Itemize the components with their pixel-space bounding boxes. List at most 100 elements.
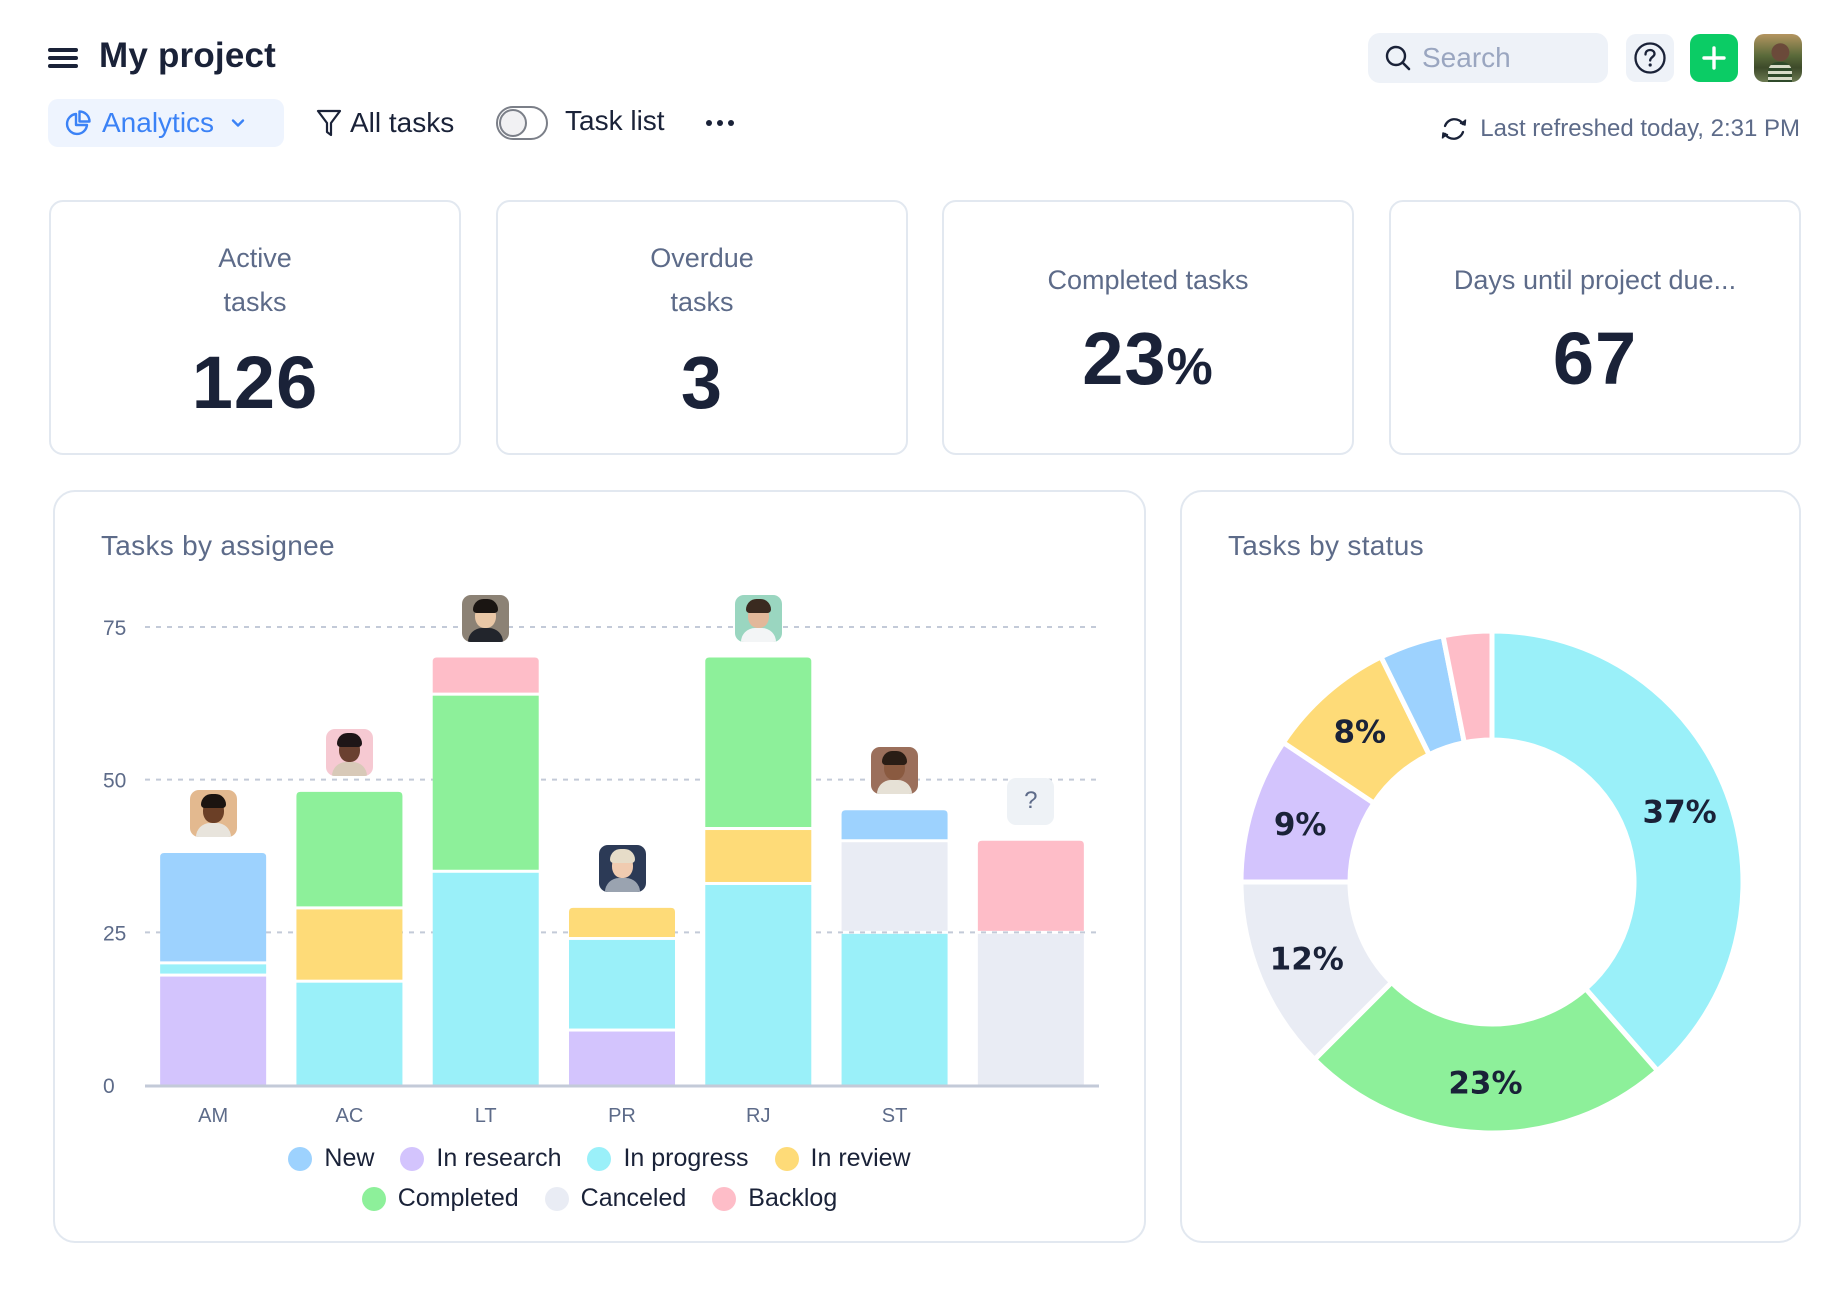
plus-icon xyxy=(1702,46,1726,70)
legend-swatch xyxy=(774,1146,799,1171)
bar-segment-progress[interactable] xyxy=(841,933,948,1085)
bar-segment-review[interactable] xyxy=(296,909,403,980)
kpi-label: Days until project due... xyxy=(1453,265,1737,295)
kpi-label: Active tasks xyxy=(51,236,459,324)
bar-segment-progress[interactable] xyxy=(569,939,675,1029)
filter-label: All tasks xyxy=(350,107,455,138)
help-button[interactable] xyxy=(1626,34,1674,82)
legend-item-review[interactable]: In review xyxy=(774,1144,911,1173)
pie-chart-icon xyxy=(65,110,91,136)
tasks-by-status-chart: 37% 23% 12% 9% 8% xyxy=(1238,628,1746,1136)
kpi-value: 126 xyxy=(191,341,319,424)
kpi-card-days-until-due[interactable]: Days until project due... 67 xyxy=(1389,200,1801,455)
avatar-hair xyxy=(473,598,499,613)
more-dot xyxy=(706,120,712,126)
bar-segment-review[interactable] xyxy=(705,830,812,882)
legend-item-progress[interactable]: In progress xyxy=(587,1144,749,1173)
bar-segment-research[interactable] xyxy=(160,976,267,1085)
kpi-card-active-tasks[interactable]: Active tasks 126 xyxy=(49,200,461,455)
bar-segment-new[interactable] xyxy=(841,810,948,840)
bar-segment-backlog[interactable] xyxy=(977,840,1084,931)
bar-segment-research[interactable] xyxy=(569,1031,675,1085)
kpi-label: Completed tasks xyxy=(1047,265,1249,295)
last-refreshed-text: Last refreshed today, 2:31 PM xyxy=(1480,115,1800,142)
chart-legend: Completed Canceled Backlog xyxy=(55,1184,1144,1213)
assignee-avatar[interactable] xyxy=(734,594,782,642)
filter-icon xyxy=(316,109,342,137)
legend-item-completed[interactable]: Completed xyxy=(361,1184,519,1213)
last-refreshed: Last refreshed today, 2:31 PM xyxy=(1438,114,1800,144)
bar-segment-canceled[interactable] xyxy=(841,842,948,931)
kpi-label-line: Overdue xyxy=(650,243,754,273)
view-selector-label: Analytics xyxy=(102,107,215,138)
legend-item-canceled[interactable]: Canceled xyxy=(544,1184,687,1213)
legend-label: New xyxy=(324,1144,375,1172)
search-icon xyxy=(1385,45,1411,71)
bar-segment-completed[interactable] xyxy=(705,657,812,828)
refresh-icon[interactable] xyxy=(1438,114,1470,144)
x-tick-label: LT xyxy=(475,1105,497,1127)
tasks-by-status-card: Tasks by status 37% 23% 12% 9% 8% xyxy=(1180,490,1801,1243)
bar-segment-canceled[interactable] xyxy=(977,933,1084,1085)
donut-slice-progress[interactable] xyxy=(1489,628,1746,1075)
legend-swatch xyxy=(712,1186,737,1211)
toggle-knob xyxy=(499,109,527,137)
more-options-button[interactable] xyxy=(706,110,734,136)
y-tick-label: 75 xyxy=(103,617,126,640)
more-dot xyxy=(717,120,723,126)
kpi-card-completed-tasks[interactable]: Completed tasks 23% xyxy=(942,200,1354,455)
search-input[interactable] xyxy=(1422,42,1592,74)
legend-item-new[interactable]: New xyxy=(288,1144,374,1173)
bar-segment-review[interactable] xyxy=(569,907,675,937)
avatar-body xyxy=(468,627,504,642)
add-button[interactable] xyxy=(1690,34,1738,82)
legend-label: Completed xyxy=(397,1184,519,1212)
bar-segment-progress[interactable] xyxy=(432,872,539,1085)
legend-item-research[interactable]: In research xyxy=(400,1144,561,1173)
legend-item-backlog[interactable]: Backlog xyxy=(712,1184,837,1213)
bar-segment-new[interactable] xyxy=(160,852,267,962)
kpi-value: 67 xyxy=(1552,317,1638,400)
help-icon xyxy=(1634,42,1666,74)
assignee-avatar[interactable] xyxy=(871,747,919,795)
chart-legend: New In research In progress In review xyxy=(55,1144,1144,1173)
avatar-body xyxy=(195,822,231,837)
kpi-value: 3 xyxy=(680,341,724,424)
kpi-value: 23% xyxy=(944,316,1352,401)
bar-segment-completed[interactable] xyxy=(296,791,403,907)
legend-label: Backlog xyxy=(748,1184,838,1212)
legend-label: Canceled xyxy=(580,1184,687,1212)
kpi-label-line: Active xyxy=(218,243,292,273)
bar-segment-backlog[interactable] xyxy=(432,657,539,693)
legend-swatch xyxy=(288,1146,313,1171)
kpi-value-number: 23 xyxy=(1082,317,1167,400)
legend-label: In research xyxy=(436,1144,562,1172)
bar-segment-progress[interactable] xyxy=(705,884,812,1085)
avatar-hair xyxy=(336,732,362,747)
assignee-avatar[interactable] xyxy=(598,844,646,892)
user-avatar[interactable] xyxy=(1754,34,1802,82)
filter-button[interactable]: All tasks xyxy=(316,103,454,143)
legend-swatch xyxy=(587,1146,612,1171)
more-dot xyxy=(728,120,734,126)
x-tick-label: AC xyxy=(336,1105,364,1127)
bar-segment-progress[interactable] xyxy=(296,982,403,1085)
avatar-body xyxy=(604,877,640,892)
view-selector-dropdown[interactable]: Analytics xyxy=(48,99,284,147)
unassigned-avatar[interactable]: ? xyxy=(1007,777,1055,825)
kpi-label-line: tasks xyxy=(223,287,287,317)
bar-segment-completed[interactable] xyxy=(432,695,539,870)
assignee-avatar[interactable] xyxy=(462,594,510,642)
assignee-avatar[interactable] xyxy=(325,728,373,776)
x-tick-label: ST xyxy=(882,1105,908,1127)
legend-swatch xyxy=(544,1186,569,1211)
x-tick-label: RJ xyxy=(746,1105,770,1127)
assignee-avatar[interactable] xyxy=(189,789,237,837)
kpi-card-overdue-tasks[interactable]: Overdue tasks 3 xyxy=(496,200,908,455)
legend-label: In progress xyxy=(623,1144,749,1172)
search-box[interactable] xyxy=(1368,33,1608,83)
menu-icon[interactable] xyxy=(48,46,78,70)
donut-slice-label: 9% xyxy=(1274,807,1327,843)
bar-segment-progress[interactable] xyxy=(160,964,267,974)
task-list-toggle[interactable] xyxy=(496,106,548,140)
